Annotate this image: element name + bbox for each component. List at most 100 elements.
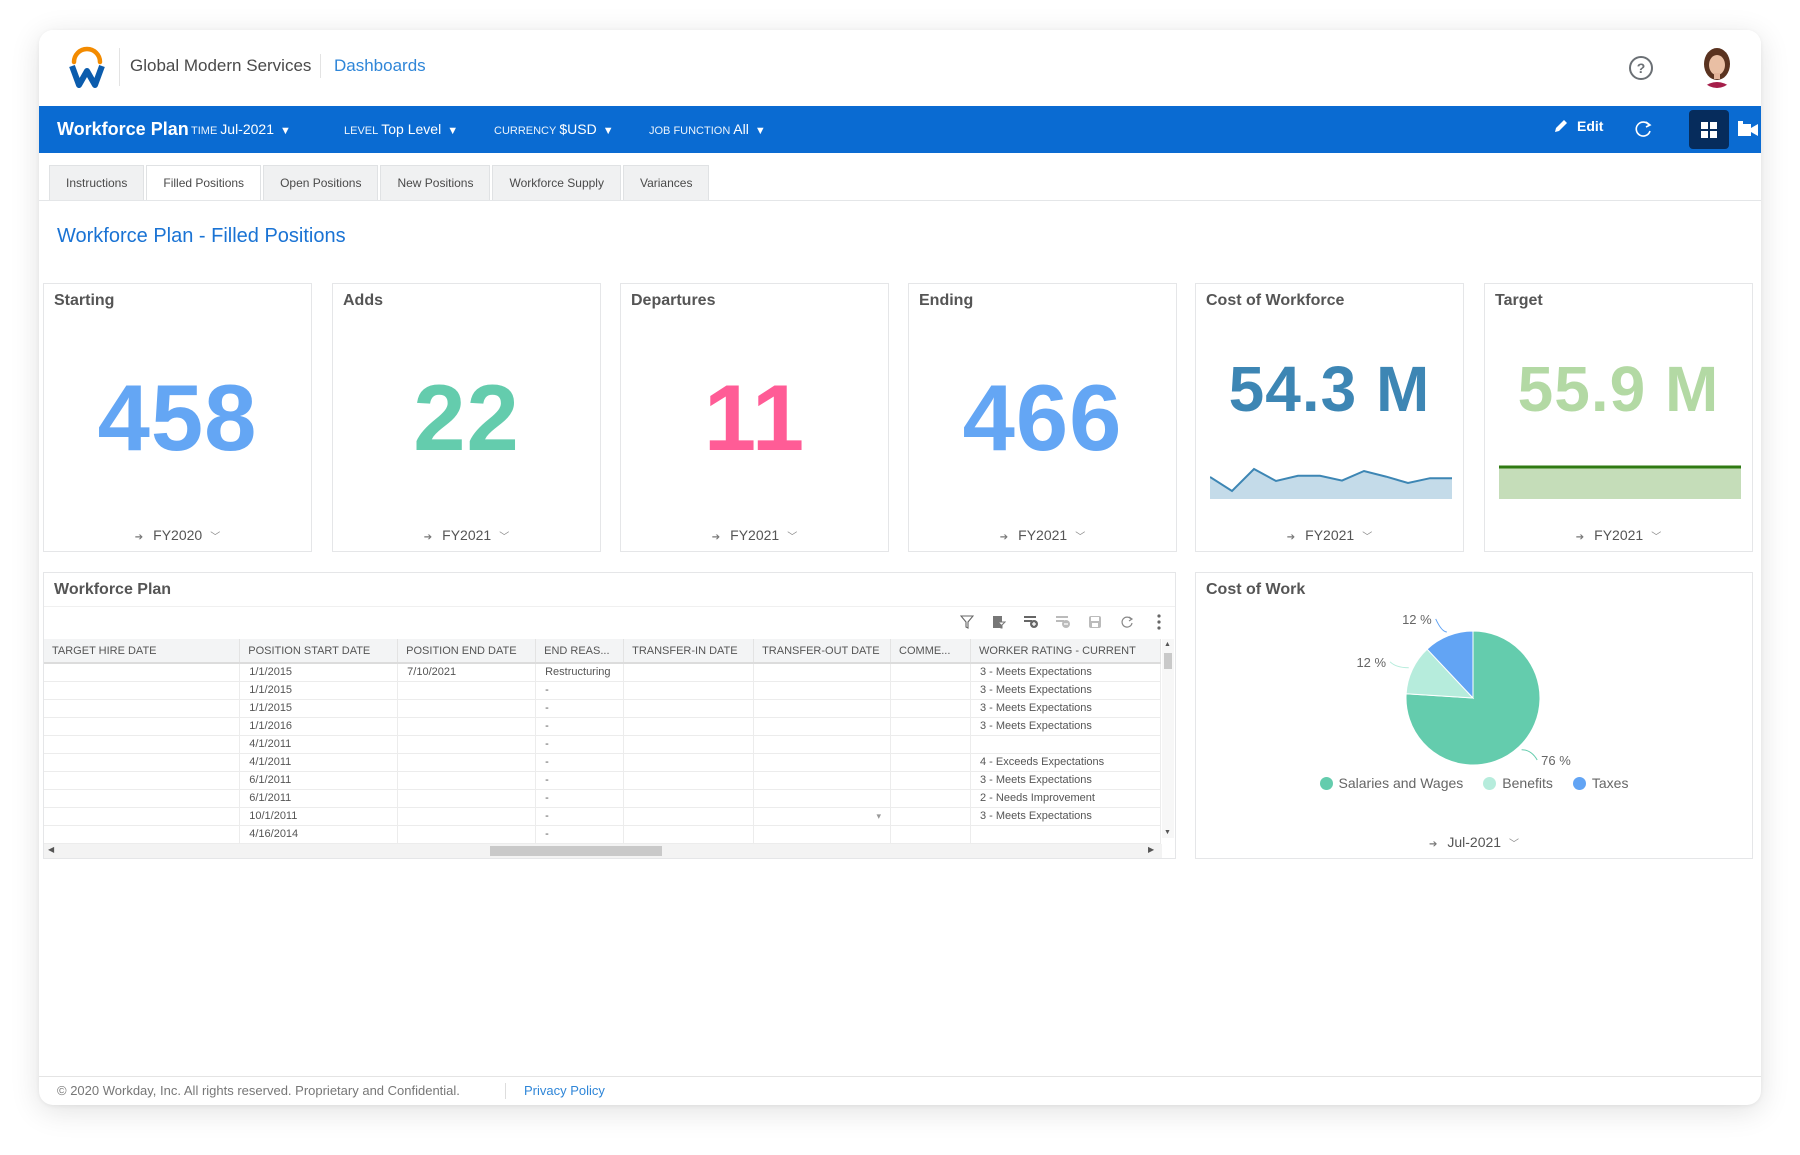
table-cell[interactable] <box>890 717 971 736</box>
column-header[interactable]: POSITION END DATE <box>397 639 537 664</box>
table-cell[interactable] <box>44 735 241 754</box>
table-cell[interactable] <box>44 771 241 790</box>
legend-item[interactable]: Salaries and Wages <box>1319 775 1463 791</box>
table-cell[interactable] <box>890 807 971 826</box>
table-cell[interactable] <box>890 735 971 754</box>
scroll-up-icon[interactable]: ▲ <box>1164 641 1171 648</box>
table-cell[interactable]: Restructuring <box>535 663 625 682</box>
workday-logo[interactable] <box>69 45 105 89</box>
scroll-down-icon[interactable]: ▼ <box>1164 829 1171 836</box>
table-cell[interactable]: - <box>535 735 625 754</box>
dashboards-link[interactable]: Dashboards <box>334 56 426 76</box>
table-cell[interactable]: 1/1/2015 <box>239 699 399 718</box>
table-cell[interactable]: - <box>535 825 625 844</box>
period-selector[interactable]: ➔ Jul-2021 ﹀ <box>1196 834 1752 850</box>
table-cell[interactable] <box>397 753 537 772</box>
table-cell[interactable] <box>44 807 241 826</box>
period-selector[interactable]: ➔ FY2021 ﹀ <box>621 527 888 543</box>
edit-button[interactable]: Edit <box>1553 118 1603 134</box>
table-cell[interactable]: 1/1/2016 <box>239 717 399 736</box>
table-cell[interactable] <box>623 753 755 772</box>
table-cell[interactable] <box>44 663 241 682</box>
table-row[interactable]: 4/1/2011 - <box>44 735 1161 754</box>
table-cell[interactable] <box>890 753 971 772</box>
table-cell[interactable] <box>890 681 971 700</box>
table-cell[interactable] <box>44 753 241 772</box>
table-cell[interactable] <box>753 789 892 808</box>
table-cell[interactable] <box>397 825 537 844</box>
table-row[interactable]: 1/1/2016 - 3 - Meets Expectations <box>44 717 1161 736</box>
tab-instructions[interactable]: Instructions <box>49 165 145 200</box>
table-cell[interactable]: 4/1/2011 <box>239 753 399 772</box>
table-cell[interactable] <box>753 717 892 736</box>
scroll-thumb[interactable] <box>490 846 662 856</box>
table-cell[interactable] <box>397 699 537 718</box>
refresh-icon[interactable] <box>1117 612 1137 632</box>
column-header[interactable]: END REAS... <box>535 639 625 664</box>
table-cell[interactable]: ▾ <box>753 807 892 826</box>
vertical-scrollbar[interactable]: ▲ ▼ <box>1162 639 1174 838</box>
period-selector[interactable]: ➔ FY2021 ﹀ <box>1485 527 1752 543</box>
table-cell[interactable] <box>623 807 755 826</box>
save-icon[interactable] <box>1085 612 1105 632</box>
currency-prompt[interactable]: Currency $USD ▼ <box>494 121 614 137</box>
table-cell[interactable]: 3 - Meets Expectations <box>970 807 1161 826</box>
table-cell[interactable] <box>753 663 892 682</box>
tab-open-positions[interactable]: Open Positions <box>263 165 379 200</box>
table-row[interactable]: 6/1/2011 - 2 - Needs Improvement <box>44 789 1161 808</box>
table-cell[interactable] <box>623 735 755 754</box>
table-cell[interactable]: - <box>535 789 625 808</box>
table-cell[interactable]: 7/10/2021 <box>397 663 537 682</box>
table-cell[interactable] <box>623 663 755 682</box>
horizontal-scrollbar[interactable]: ◀ ▶ <box>44 844 1162 858</box>
table-cell[interactable]: 3 - Meets Expectations <box>970 663 1161 682</box>
scroll-thumb[interactable] <box>1164 653 1172 669</box>
table-cell[interactable]: - <box>535 753 625 772</box>
column-header[interactable]: COMME... <box>890 639 971 664</box>
table-cell[interactable] <box>890 789 971 808</box>
table-cell[interactable] <box>623 699 755 718</box>
edit-filter-icon[interactable] <box>989 612 1009 632</box>
table-row[interactable]: 4/1/2011 - 4 - Exceeds Expectations <box>44 753 1161 772</box>
user-avatar[interactable] <box>1698 46 1736 88</box>
table-cell[interactable]: 6/1/2011 <box>239 789 399 808</box>
table-cell[interactable] <box>890 825 971 844</box>
table-cell[interactable]: - <box>535 681 625 700</box>
table-row[interactable]: 1/1/2015 - 3 - Meets Expectations <box>44 681 1161 700</box>
refresh-icon[interactable] <box>1632 118 1654 140</box>
table-cell[interactable] <box>397 789 537 808</box>
filter-icon[interactable] <box>957 612 977 632</box>
table-cell[interactable] <box>44 789 241 808</box>
table-cell[interactable]: 10/1/2011 <box>239 807 399 826</box>
table-cell[interactable]: 1/1/2015 <box>239 681 399 700</box>
table-row[interactable]: 10/1/2011 - ▾ 3 - Meets Expectations <box>44 807 1161 826</box>
table-row[interactable]: 6/1/2011 - 3 - Meets Expectations <box>44 771 1161 790</box>
period-selector[interactable]: ➔ FY2020 ﹀ <box>44 527 311 543</box>
job-function-prompt[interactable]: Job Function All ▼ <box>649 121 766 137</box>
table-cell[interactable] <box>397 717 537 736</box>
table-cell[interactable] <box>44 825 241 844</box>
table-cell[interactable]: 2 - Needs Improvement <box>970 789 1161 808</box>
time-prompt[interactable]: Time Jul-2021 ▼ <box>191 121 291 137</box>
column-header[interactable]: POSITION START DATE <box>239 639 399 664</box>
table-cell[interactable] <box>623 825 755 844</box>
table-cell[interactable] <box>44 717 241 736</box>
table-cell[interactable]: 1/1/2015 <box>239 663 399 682</box>
table-cell[interactable]: 3 - Meets Expectations <box>970 717 1161 736</box>
table-cell[interactable] <box>397 771 537 790</box>
table-cell[interactable] <box>753 753 892 772</box>
add-row-icon[interactable] <box>1021 612 1041 632</box>
tab-workforce-supply[interactable]: Workforce Supply <box>492 165 621 200</box>
table-cell[interactable] <box>44 681 241 700</box>
table-cell[interactable] <box>397 807 537 826</box>
legend-item[interactable]: Taxes <box>1572 775 1628 791</box>
table-cell[interactable] <box>890 771 971 790</box>
level-prompt[interactable]: Level Top Level ▼ <box>344 121 458 137</box>
table-row[interactable]: 4/16/2014 - <box>44 825 1161 844</box>
table-cell[interactable] <box>397 735 537 754</box>
table-cell[interactable]: 4 - Exceeds Expectations <box>970 753 1161 772</box>
table-cell[interactable] <box>623 681 755 700</box>
tab-variances[interactable]: Variances <box>622 165 710 200</box>
legend-item[interactable]: Benefits <box>1483 775 1553 791</box>
table-cell[interactable] <box>753 699 892 718</box>
